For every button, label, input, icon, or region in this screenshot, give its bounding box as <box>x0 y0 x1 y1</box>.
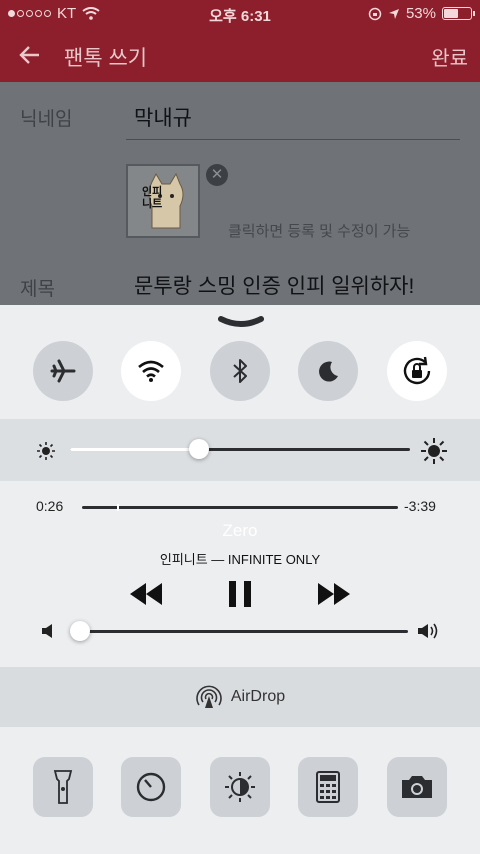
airdrop-label: AirDrop <box>230 688 286 705</box>
wifi-toggle[interactable] <box>121 341 181 401</box>
rotation-lock-icon <box>403 356 431 385</box>
done-button[interactable]: 완료 <box>431 42 468 71</box>
bluetooth-toggle[interactable] <box>210 341 270 401</box>
toggle-row <box>0 341 480 409</box>
camera-button[interactable] <box>387 757 447 817</box>
sticker-caption: 인피니트 <box>142 186 163 210</box>
brightness-high-icon <box>421 438 447 464</box>
page-title: 팬톡 쓰기 <box>64 47 148 70</box>
rewind-icon[interactable] <box>128 579 164 609</box>
camera-icon <box>402 776 432 798</box>
remove-image-button[interactable]: ✕ <box>206 164 228 186</box>
image-hint: 클릭하면 등록 및 수정이 가능 <box>228 223 411 240</box>
back-arrow-icon[interactable] <box>18 43 42 67</box>
battery-percent: 53% <box>405 5 436 22</box>
flashlight-icon <box>53 770 73 804</box>
airplane-icon <box>50 359 76 383</box>
volume-slider[interactable] <box>80 630 408 633</box>
orientation-lock-status-icon <box>368 7 382 20</box>
elapsed-time: 0:26 <box>36 498 64 514</box>
rotation-lock-toggle[interactable] <box>387 341 447 401</box>
flashlight-button[interactable] <box>33 757 93 817</box>
airdrop-button[interactable]: AirDrop <box>0 667 480 727</box>
nickname-field[interactable]: 막내규 <box>134 102 192 132</box>
timer-button[interactable] <box>121 757 181 817</box>
calculator-button[interactable] <box>298 757 358 817</box>
volume-low-icon <box>42 624 52 638</box>
pause-icon[interactable] <box>226 579 254 609</box>
fast-forward-icon[interactable] <box>316 579 352 609</box>
chevron-down-icon[interactable] <box>218 315 264 333</box>
brightness-panel <box>0 419 480 481</box>
volume-high-icon <box>418 623 438 639</box>
airplane-mode-toggle[interactable] <box>33 341 93 401</box>
calculator-icon <box>316 771 340 803</box>
airdrop-icon <box>196 685 222 708</box>
location-icon <box>388 8 399 19</box>
battery-icon <box>442 7 475 20</box>
night-shift-button[interactable] <box>210 757 270 817</box>
status-bar: KT 오후 6:31 53% <box>0 0 480 28</box>
control-center: 0:26 -3:39 Zero 인피니트 — INFINITE ONLY Air… <box>0 305 480 854</box>
song-title: Zero <box>222 521 258 540</box>
remaining-time: -3:39 <box>404 498 436 514</box>
wifi-icon <box>138 360 164 382</box>
navigation-bar: 팬톡 쓰기 완료 <box>0 28 480 82</box>
subject-label: 제목 <box>20 279 55 300</box>
timer-icon <box>136 772 166 802</box>
post-form: 닉네임 막내규 인피니트 ✕ 클릭하면 등록 및 수정이 가능 제목 문투랑 스… <box>0 82 480 312</box>
brightness-slider[interactable] <box>70 448 410 451</box>
image-thumbnail[interactable]: 인피니트 <box>126 164 200 238</box>
brightness-low-icon <box>37 442 55 460</box>
subject-field[interactable]: 문투랑 스밍 인증 인피 일위하자! <box>134 270 414 300</box>
artist-album: 인피니트 — INFINITE ONLY <box>159 552 321 567</box>
do-not-disturb-toggle[interactable] <box>298 341 358 401</box>
brightness-slider-knob[interactable] <box>189 439 210 459</box>
nickname-underline <box>126 139 460 140</box>
night-shift-icon <box>225 772 255 802</box>
shortcut-row <box>0 757 480 819</box>
volume-slider-knob[interactable] <box>70 621 90 641</box>
bluetooth-icon <box>233 359 247 383</box>
moon-icon <box>319 361 338 382</box>
nickname-label: 닉네임 <box>20 109 73 130</box>
playback-progress-bar[interactable] <box>82 504 398 511</box>
